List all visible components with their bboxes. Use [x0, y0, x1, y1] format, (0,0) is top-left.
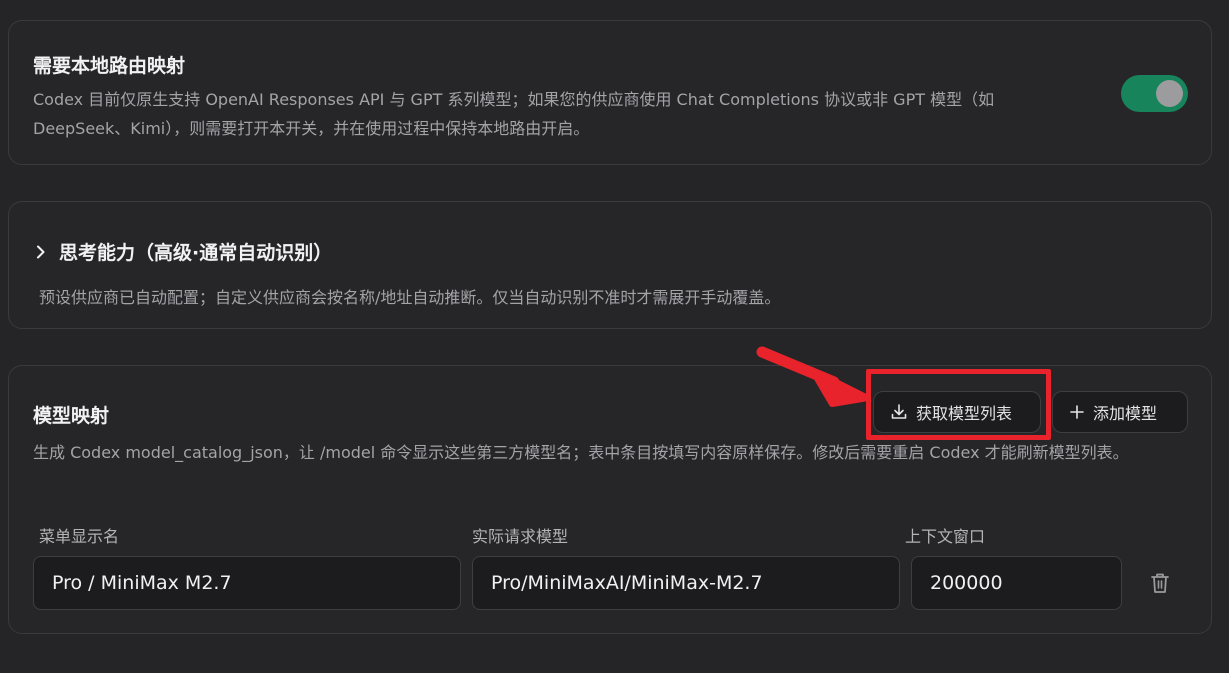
request-model-input[interactable] — [472, 556, 900, 610]
toggle-knob — [1156, 80, 1183, 107]
add-model-label: 添加模型 — [1093, 404, 1158, 423]
thinking-description: 预设供应商已自动配置；自定义供应商会按名称/地址自动推断。仅当自动识别不准时才需… — [39, 288, 781, 307]
chevron-right-icon — [37, 245, 45, 258]
model-mapping-title: 模型映射 — [33, 405, 110, 427]
column-label-display-name: 菜单显示名 — [39, 527, 120, 546]
local-routing-toggle[interactable] — [1121, 75, 1188, 112]
download-icon — [891, 404, 907, 419]
plus-icon — [1070, 405, 1084, 419]
model-mapping-card: 模型映射 获取模型列表 添加模型 生成 Codex model_catalog_… — [8, 365, 1212, 634]
column-label-context-window: 上下文窗口 — [905, 527, 986, 546]
context-window-input[interactable] — [911, 556, 1122, 610]
local-routing-card: 需要本地路由映射 Codex 目前仅原生支持 OpenAI Responses … — [8, 20, 1212, 165]
trash-icon[interactable] — [1149, 571, 1171, 595]
thinking-expand-header[interactable]: 思考能力（高级·通常自动识别） — [33, 238, 332, 265]
settings-page: 需要本地路由映射 Codex 目前仅原生支持 OpenAI Responses … — [0, 0, 1229, 673]
model-mapping-description: 生成 Codex model_catalog_json，让 /model 命令显… — [33, 443, 1129, 462]
local-routing-description: Codex 目前仅原生支持 OpenAI Responses API 与 GPT… — [33, 90, 995, 138]
add-model-button[interactable]: 添加模型 — [1052, 391, 1188, 433]
thinking-title: 思考能力（高级·通常自动识别） — [59, 242, 333, 264]
local-routing-title: 需要本地路由映射 — [33, 55, 186, 77]
thinking-card: 思考能力（高级·通常自动识别） 预设供应商已自动配置；自定义供应商会按名称/地址… — [8, 201, 1212, 329]
fetch-model-list-label: 获取模型列表 — [916, 404, 1013, 423]
column-label-request-model: 实际请求模型 — [472, 527, 569, 546]
fetch-model-list-button[interactable]: 获取模型列表 — [873, 391, 1041, 433]
display-name-input[interactable] — [33, 556, 461, 610]
